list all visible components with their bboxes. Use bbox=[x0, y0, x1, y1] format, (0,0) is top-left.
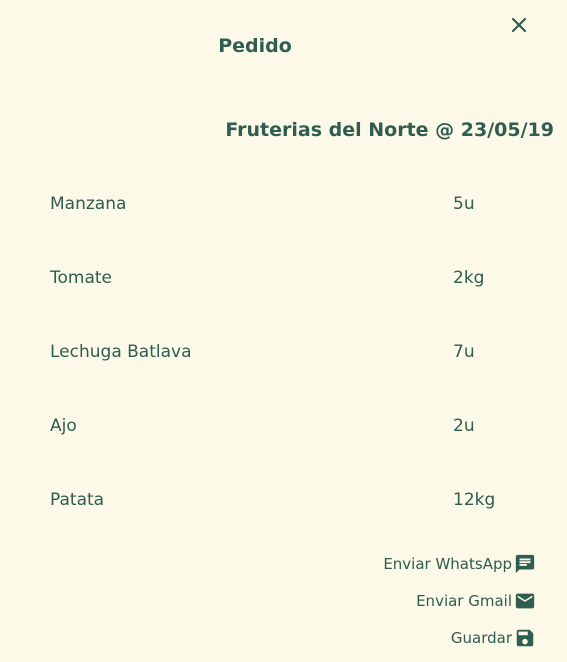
message-icon bbox=[514, 553, 536, 575]
send-whatsapp-label: Enviar WhatsApp bbox=[383, 555, 512, 573]
save-icon bbox=[514, 627, 536, 649]
item-name: Patata bbox=[50, 490, 105, 510]
save-label: Guardar bbox=[450, 629, 512, 647]
send-gmail-button[interactable]: Enviar Gmail bbox=[383, 588, 536, 614]
item-quantity: 5u bbox=[453, 194, 475, 214]
send-whatsapp-button[interactable]: Enviar WhatsApp bbox=[383, 551, 536, 577]
list-item: Lechuga Batlava 7u bbox=[50, 342, 520, 426]
save-button[interactable]: Guardar bbox=[383, 625, 536, 651]
item-quantity: 2u bbox=[453, 416, 475, 436]
item-name: Lechuga Batlava bbox=[50, 342, 192, 362]
item-quantity: 7u bbox=[453, 342, 475, 362]
item-name: Ajo bbox=[50, 416, 77, 436]
send-gmail-label: Enviar Gmail bbox=[416, 592, 512, 610]
actions-panel: Enviar WhatsApp Enviar Gmail Guardar bbox=[383, 551, 536, 662]
list-item: Tomate 2kg bbox=[50, 268, 520, 352]
item-quantity: 2kg bbox=[453, 268, 485, 288]
item-name: Tomate bbox=[50, 268, 112, 288]
order-subtitle: Fruterias del Norte @ 23/05/19 bbox=[225, 119, 554, 141]
dialog-title: Pedido bbox=[218, 35, 292, 57]
item-quantity: 12kg bbox=[453, 490, 496, 510]
mail-icon bbox=[514, 590, 536, 612]
order-items-list: Manzana 5u Tomate 2kg Lechuga Batlava 7u… bbox=[50, 194, 520, 574]
list-item: Manzana 5u bbox=[50, 194, 520, 278]
close-icon bbox=[510, 16, 528, 38]
list-item: Ajo 2u bbox=[50, 416, 520, 500]
item-name: Manzana bbox=[50, 194, 127, 214]
